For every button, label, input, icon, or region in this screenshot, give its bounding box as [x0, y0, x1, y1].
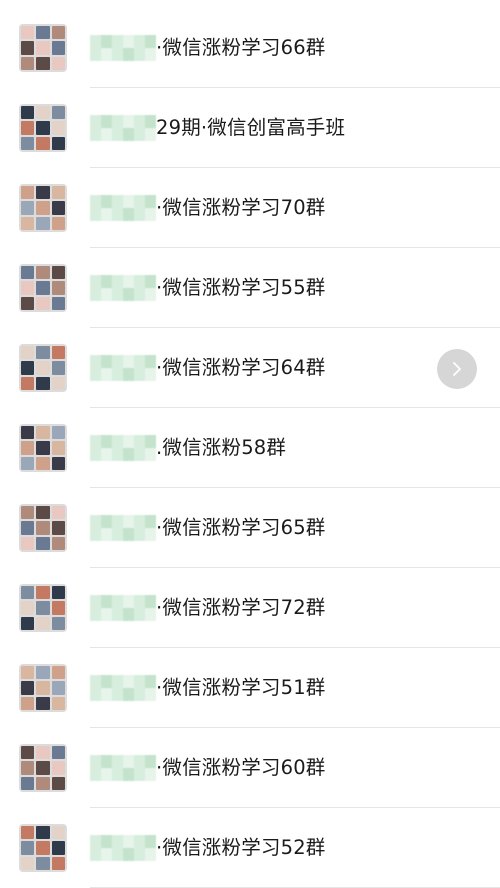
- group-chat-row[interactable]: ·微信涨粉学习70群: [0, 168, 500, 248]
- group-avatar-grid-icon: [19, 744, 67, 792]
- group-chat-name: ·微信涨粉学习55群: [156, 276, 326, 299]
- floating-next-button[interactable]: [437, 349, 477, 389]
- group-avatar-grid-icon: [19, 424, 67, 472]
- blurred-name-prefix: [90, 835, 156, 861]
- group-chat-row[interactable]: ·微信涨粉学习72群: [0, 568, 500, 648]
- group-chat-list: ·微信涨粉学习66群 29期·微信创富高手班 ·微信涨粉学习70群 ·微信涨粉学习55…: [0, 0, 500, 888]
- blurred-name-prefix: [90, 35, 156, 61]
- blurred-name-prefix: [90, 275, 156, 301]
- group-avatar-grid-icon: [19, 504, 67, 552]
- group-chat-name: ·微信涨粉学习66群: [156, 36, 326, 59]
- blurred-name-prefix: [90, 675, 156, 701]
- group-avatar-grid-icon: [19, 664, 67, 712]
- group-chat-name: ·微信涨粉学习52群: [156, 836, 326, 859]
- group-chat-name: ·微信涨粉学习72群: [156, 596, 326, 619]
- group-avatar-grid-icon: [19, 584, 67, 632]
- blurred-name-prefix: [90, 195, 156, 221]
- group-chat-row[interactable]: 29期·微信创富高手班: [0, 88, 500, 168]
- group-chat-name: ·微信涨粉学习65群: [156, 516, 326, 539]
- group-chat-name: 29期·微信创富高手班: [156, 116, 346, 139]
- group-avatar-grid-icon: [19, 264, 67, 312]
- group-chat-name: ·微信涨粉学习51群: [156, 676, 326, 699]
- group-chat-row[interactable]: ·微信涨粉学习60群: [0, 728, 500, 808]
- blurred-name-prefix: [90, 435, 156, 461]
- group-avatar-grid-icon: [19, 344, 67, 392]
- group-avatar-grid-icon: [19, 184, 67, 232]
- blurred-name-prefix: [90, 755, 156, 781]
- group-chat-row[interactable]: ·微信涨粉学习65群: [0, 488, 500, 568]
- group-chat-name: ·微信涨粉学习64群: [156, 356, 326, 379]
- chevron-right-icon: [453, 362, 461, 376]
- blurred-name-prefix: [90, 115, 156, 141]
- group-chat-row[interactable]: .微信涨粉58群: [0, 408, 500, 488]
- group-avatar-grid-icon: [19, 24, 67, 72]
- group-chat-name: ·微信涨粉学习70群: [156, 196, 326, 219]
- group-avatar-grid-icon: [19, 824, 67, 872]
- group-avatar-grid-icon: [19, 104, 67, 152]
- blurred-name-prefix: [90, 515, 156, 541]
- group-chat-row[interactable]: ·微信涨粉学习52群: [0, 808, 500, 888]
- group-chat-name: .微信涨粉58群: [156, 436, 287, 459]
- group-chat-row[interactable]: ·微信涨粉学习66群: [0, 8, 500, 88]
- group-chat-name: ·微信涨粉学习60群: [156, 756, 326, 779]
- group-chat-row[interactable]: ·微信涨粉学习51群: [0, 648, 500, 728]
- blurred-name-prefix: [90, 355, 156, 381]
- group-chat-row[interactable]: ·微信涨粉学习55群: [0, 248, 500, 328]
- group-chat-row[interactable]: ·微信涨粉学习64群: [0, 328, 500, 408]
- blurred-name-prefix: [90, 595, 156, 621]
